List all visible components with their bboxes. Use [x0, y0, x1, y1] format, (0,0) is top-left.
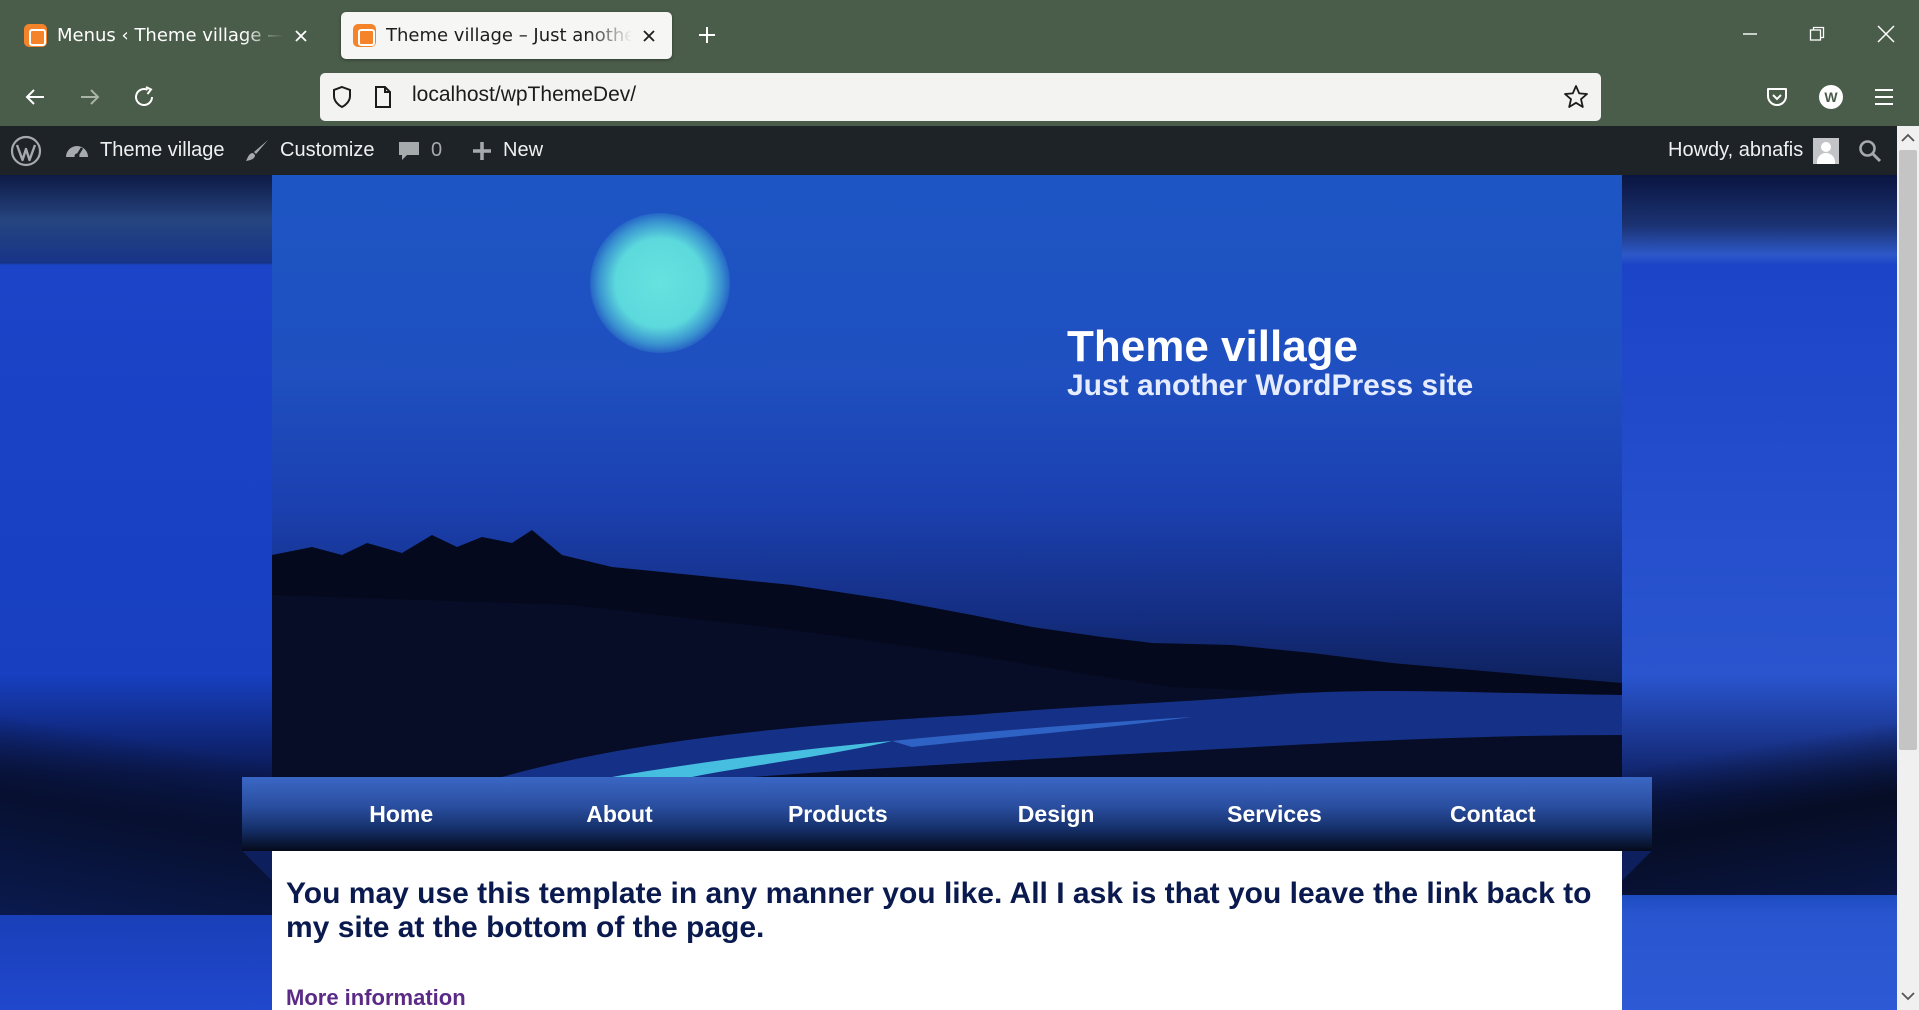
paintbrush-icon	[246, 139, 268, 161]
scrollbar-thumb[interactable]	[1899, 150, 1917, 750]
new-content-menu[interactable]: New	[471, 126, 543, 175]
pocket-icon	[1767, 88, 1787, 106]
close-window-button[interactable]	[1866, 14, 1906, 54]
more-information-link[interactable]: More information	[286, 985, 1608, 1010]
tab-bar: Menus ‹ Theme village — WordPress Theme …	[0, 0, 1919, 66]
menu-ribbon-fold-right	[1622, 851, 1652, 881]
main-content: You may use this template in any manner …	[272, 851, 1622, 1010]
close-tab-icon[interactable]	[638, 25, 660, 47]
primary-menu: Home About Products Design Services Cont…	[242, 777, 1652, 851]
xampp-favicon-icon	[353, 24, 376, 47]
pocket-button[interactable]	[1757, 77, 1797, 117]
minimize-window-button[interactable]	[1730, 14, 1770, 54]
admin-search-button[interactable]	[1858, 126, 1882, 175]
restore-icon	[1809, 26, 1825, 41]
page-info-icon[interactable]	[373, 85, 393, 109]
site-title[interactable]: Theme village	[1067, 325, 1358, 369]
greeting-text: Howdy, abnafis	[1668, 139, 1804, 161]
page-viewport: Theme village Just another WordPress sit…	[0, 175, 1897, 1010]
navigation-toolbar: localhost/wpThemeDev/ W	[0, 66, 1919, 126]
wordpress-logo-icon	[10, 135, 42, 166]
customize-label: Customize	[280, 139, 375, 161]
minimize-icon	[1743, 33, 1757, 35]
reload-icon	[135, 86, 153, 106]
site-name-label: Theme village	[100, 139, 225, 161]
restore-window-button[interactable]	[1797, 14, 1837, 54]
background-image-right	[1622, 175, 1897, 1010]
comments-count: 0	[431, 139, 443, 161]
dashboard-gauge-icon	[66, 145, 88, 158]
forward-arrow-icon	[81, 89, 100, 105]
comments-link[interactable]: 0	[397, 126, 442, 175]
close-icon	[1877, 25, 1895, 43]
customize-link[interactable]: Customize	[244, 126, 374, 175]
search-icon	[1859, 139, 1882, 162]
site-header: Theme village Just another WordPress sit…	[272, 175, 1622, 777]
site-name-menu[interactable]: Theme village	[64, 126, 225, 175]
plus-icon	[699, 27, 715, 43]
tab-title: Theme village – Just another WordPress s…	[386, 25, 632, 46]
account-avatar-icon: W	[1819, 85, 1843, 109]
svg-text:W: W	[1824, 89, 1838, 105]
scroll-down-arrow-icon[interactable]	[1899, 986, 1917, 1006]
hamburger-menu-icon	[1875, 89, 1893, 105]
forward-button[interactable]	[70, 77, 110, 117]
back-arrow-icon	[25, 89, 44, 105]
new-label: New	[503, 139, 544, 161]
background-image-left	[0, 175, 272, 1010]
menu-item-services[interactable]: Services	[1187, 801, 1362, 828]
my-account-menu[interactable]: Howdy, abnafis	[1668, 126, 1840, 175]
back-button[interactable]	[15, 77, 55, 117]
account-button[interactable]: W	[1811, 77, 1851, 117]
url-text[interactable]: localhost/wpThemeDev/	[412, 83, 636, 107]
user-avatar	[1813, 137, 1840, 164]
plus-icon	[473, 141, 491, 160]
menu-item-products[interactable]: Products	[750, 801, 925, 828]
site-description: Just another WordPress site	[1067, 369, 1474, 402]
app-menu-button[interactable]	[1864, 77, 1904, 117]
new-tab-button[interactable]	[690, 18, 724, 52]
reload-button[interactable]	[124, 77, 164, 117]
close-tab-icon[interactable]	[290, 25, 312, 47]
menu-item-contact[interactable]: Contact	[1405, 801, 1580, 828]
tracking-shield-icon[interactable]	[331, 85, 353, 109]
xampp-favicon-icon	[24, 24, 47, 47]
address-bar[interactable]: localhost/wpThemeDev/	[320, 73, 1601, 121]
menu-item-about[interactable]: About	[532, 801, 707, 828]
bookmark-star-icon[interactable]	[1563, 84, 1589, 110]
content-heading: You may use this template in any manner …	[286, 877, 1592, 944]
tab-theme-village[interactable]: Theme village – Just another WordPress s…	[341, 12, 672, 59]
scroll-up-arrow-icon[interactable]	[1899, 128, 1917, 148]
wp-admin-bar: Theme village Customize 0 New Howdy, abn…	[0, 126, 1897, 175]
menu-ribbon-fold-left	[242, 851, 272, 881]
comment-bubble-icon	[399, 141, 419, 160]
wp-logo-menu[interactable]	[10, 126, 42, 175]
tab-menus[interactable]: Menus ‹ Theme village — WordPress	[12, 12, 324, 59]
menu-item-home[interactable]: Home	[314, 801, 489, 828]
header-landscape-image	[272, 530, 1622, 777]
menu-item-design[interactable]: Design	[969, 801, 1144, 828]
tab-title: Menus ‹ Theme village — WordPress	[57, 25, 284, 46]
